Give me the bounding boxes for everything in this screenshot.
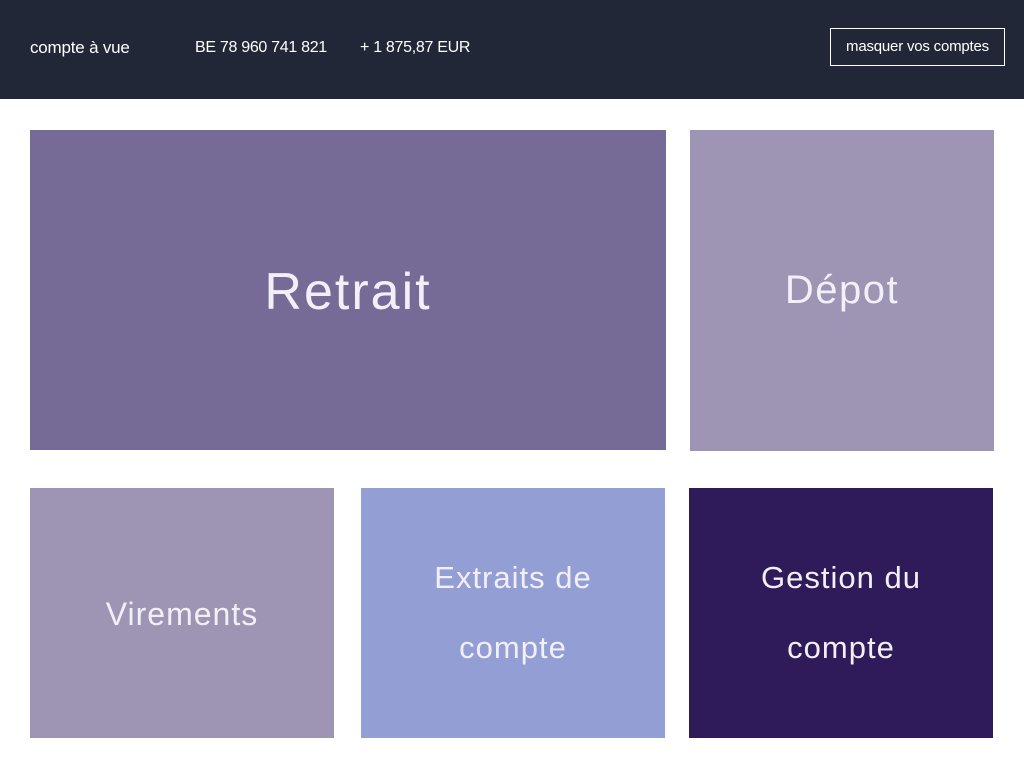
statements-tile-label-line1: Extraits de [434, 560, 592, 595]
account-header: compte à vue BE 78 960 741 821 + 1 875,8… [0, 0, 1024, 99]
account-management-tile-label-line1: Gestion du [761, 560, 921, 595]
account-name: compte à vue [30, 38, 130, 57]
withdrawal-tile-label: Retrait [264, 263, 432, 321]
transfers-tile-label: Virements [105, 595, 259, 632]
account-iban: BE 78 960 741 821 [195, 39, 327, 56]
account-management-tile-label-line2: compte [787, 630, 895, 665]
account-management-tile[interactable]: Gestion du compte [689, 488, 993, 738]
deposit-tile-label: Dépot [784, 268, 900, 312]
withdrawal-tile[interactable]: Retrait [30, 130, 666, 450]
statements-tile-label-line2: compte [459, 630, 567, 665]
statements-tile[interactable]: Extraits de compte [361, 488, 665, 738]
hide-accounts-button[interactable]: masquer vos comptes [830, 28, 1005, 66]
deposit-tile[interactable]: Dépot [690, 130, 994, 451]
account-balance: + 1 875,87 EUR [360, 39, 471, 56]
transfers-tile[interactable]: Virements [30, 488, 334, 738]
